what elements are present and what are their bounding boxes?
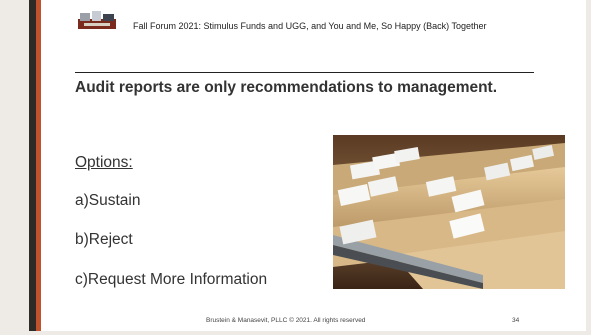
- slide-heading: Audit reports are only recommendations t…: [75, 79, 498, 96]
- slide-accent-bar: [36, 0, 41, 335]
- slide-dark-bar: [29, 0, 36, 335]
- heading-rule: [75, 72, 534, 73]
- slide-frame-left: [0, 0, 29, 335]
- option-sustain: a)Sustain: [75, 192, 141, 209]
- file-folders-photo: [333, 135, 565, 289]
- slide-frame-bottom: [0, 331, 591, 335]
- page-number: 34: [512, 317, 520, 324]
- slide-frame-right: [586, 0, 591, 335]
- option-reject: b)Reject: [75, 231, 133, 248]
- slide-header-title: Fall Forum 2021: Stimulus Funds and UGG,…: [133, 21, 487, 31]
- options-label: Options:: [75, 154, 133, 171]
- option-request-more-info: c)Request More Information: [75, 271, 268, 288]
- firm-logo-image: [76, 9, 118, 31]
- slide-footer: Brustein & Manasevit, PLLC © 2021. All r…: [206, 317, 366, 324]
